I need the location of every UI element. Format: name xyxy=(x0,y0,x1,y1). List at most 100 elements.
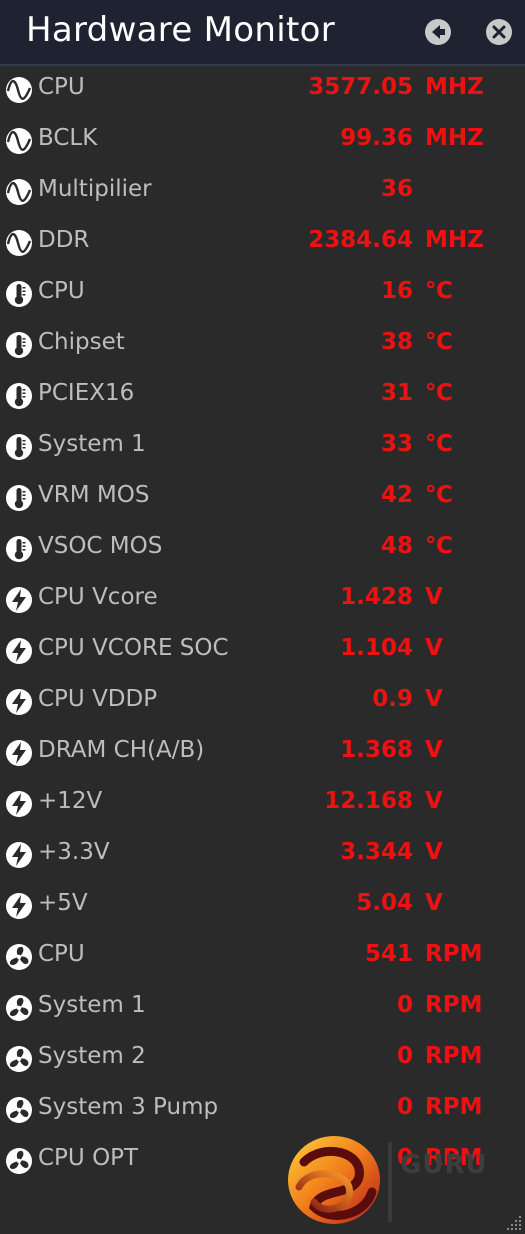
sensor-row: System 3 Pump 0 RPM xyxy=(0,1084,525,1135)
sensor-row: CPU Vcore 1.428 V xyxy=(0,574,525,625)
sensor-row: +5V 5.04 V xyxy=(0,880,525,931)
frequency-wave-icon xyxy=(5,229,33,257)
sensor-label: Chipset xyxy=(38,329,125,355)
sensor-unit: V xyxy=(425,839,443,865)
thermometer-icon xyxy=(5,280,33,308)
sensor-label: System 1 xyxy=(38,431,146,457)
sensor-value: 2384.64 xyxy=(308,227,413,253)
lightning-icon xyxy=(5,637,33,665)
sensor-row: CPU 3577.05 MHZ xyxy=(0,64,525,115)
sensor-unit: ℃ xyxy=(425,431,453,457)
sensor-label: VRM MOS xyxy=(38,482,150,508)
sensor-unit: ℃ xyxy=(425,533,453,559)
thermometer-icon xyxy=(5,433,33,461)
sensor-label: BCLK xyxy=(38,125,98,151)
sensor-row: System 1 33 ℃ xyxy=(0,421,525,472)
sensor-row: Multipilier 36 xyxy=(0,166,525,217)
sensor-row: PCIEX16 31 ℃ xyxy=(0,370,525,421)
hardware-monitor-window: Hardware Monitor CPU 3577.05 MHZ BCLK 99.36 M… xyxy=(0,0,525,1234)
sensor-row: DRAM CH(A/B) 1.368 V xyxy=(0,727,525,778)
window-title: Hardware Monitor xyxy=(26,10,336,50)
sensor-label: DRAM CH(A/B) xyxy=(38,737,205,763)
fan-icon xyxy=(5,994,33,1022)
lightning-icon xyxy=(5,586,33,614)
lightning-icon xyxy=(5,892,33,920)
sensor-value: 36 xyxy=(380,176,413,202)
frequency-wave-icon xyxy=(5,178,33,206)
frequency-wave-icon xyxy=(5,127,33,155)
sensor-value: 0 xyxy=(396,1094,413,1120)
sensor-label: CPU VDDP xyxy=(38,686,158,712)
sensor-row: +3.3V 3.344 V xyxy=(0,829,525,880)
back-button[interactable] xyxy=(425,19,451,45)
sensor-value: 0.9 xyxy=(372,686,413,712)
sensor-unit: RPM xyxy=(425,992,483,1018)
sensor-unit: ℃ xyxy=(425,380,453,406)
close-icon xyxy=(492,25,506,39)
sensor-unit: V xyxy=(425,890,443,916)
sensor-label: CPU OPT xyxy=(38,1145,139,1171)
sensor-label: DDR xyxy=(38,227,90,253)
sensor-label: CPU xyxy=(38,278,85,304)
sensor-unit: MHZ xyxy=(425,125,484,151)
sensor-row: BCLK 99.36 MHZ xyxy=(0,115,525,166)
sensor-label: CPU Vcore xyxy=(38,584,158,610)
lightning-icon xyxy=(5,688,33,716)
sensor-value: 0 xyxy=(396,992,413,1018)
sensor-label: PCIEX16 xyxy=(38,380,135,406)
sensor-unit: ℃ xyxy=(425,278,453,304)
sensor-value: 1.368 xyxy=(340,737,413,763)
sensor-value: 33 xyxy=(380,431,413,457)
sensor-unit: ℃ xyxy=(425,329,453,355)
frequency-wave-icon xyxy=(5,76,33,104)
fan-icon xyxy=(5,1147,33,1175)
sensor-value: 31 xyxy=(380,380,413,406)
resize-grip-icon[interactable] xyxy=(506,1215,522,1231)
sensor-value: 1.104 xyxy=(340,635,413,661)
kitguru-logo-icon xyxy=(288,1136,380,1224)
fan-icon xyxy=(5,943,33,971)
sensor-row: +12V 12.168 V xyxy=(0,778,525,829)
sensor-value: 0 xyxy=(396,1043,413,1069)
sensor-unit: RPM xyxy=(425,1094,483,1120)
sensor-value: 541 xyxy=(364,941,413,967)
title-bar: Hardware Monitor xyxy=(0,0,525,66)
sensor-value: 12.168 xyxy=(324,788,413,814)
sensor-label: Multipilier xyxy=(38,176,152,202)
sensor-unit: MHZ xyxy=(425,227,484,253)
thermometer-icon xyxy=(5,382,33,410)
sensor-value: 48 xyxy=(380,533,413,559)
sensor-label: CPU VCORE SOC xyxy=(38,635,229,661)
sensor-unit: V xyxy=(425,686,443,712)
sensor-row: CPU VDDP 0.9 V xyxy=(0,676,525,727)
lightning-icon xyxy=(5,790,33,818)
sensor-value: 16 xyxy=(380,278,413,304)
back-arrow-icon xyxy=(432,25,445,39)
sensor-unit: ℃ xyxy=(425,482,453,508)
lightning-icon xyxy=(5,841,33,869)
sensor-value: 5.04 xyxy=(356,890,413,916)
sensor-value: 38 xyxy=(380,329,413,355)
sensor-row: CPU 541 RPM xyxy=(0,931,525,982)
sensor-unit: RPM xyxy=(425,1043,483,1069)
sensor-label: System 2 xyxy=(38,1043,146,1069)
sensor-label: System 3 Pump xyxy=(38,1094,219,1120)
sensor-unit: RPM xyxy=(425,941,483,967)
sensor-unit: V xyxy=(425,788,443,814)
sensor-row: DDR 2384.64 MHZ xyxy=(0,217,525,268)
sensor-row: System 1 0 RPM xyxy=(0,982,525,1033)
fan-icon xyxy=(5,1045,33,1073)
sensor-label: +5V xyxy=(38,890,88,916)
sensor-unit: V xyxy=(425,635,443,661)
sensor-value: 42 xyxy=(380,482,413,508)
sensor-label: CPU xyxy=(38,74,85,100)
watermark-divider xyxy=(388,1142,392,1222)
watermark-text: GURU xyxy=(400,1150,488,1180)
thermometer-icon xyxy=(5,331,33,359)
sensor-label: +3.3V xyxy=(38,839,110,865)
sensor-label: +12V xyxy=(38,788,103,814)
sensor-label: CPU xyxy=(38,941,85,967)
sensor-row: VRM MOS 42 ℃ xyxy=(0,472,525,523)
close-button[interactable] xyxy=(486,19,512,45)
sensor-unit: MHZ xyxy=(425,74,484,100)
